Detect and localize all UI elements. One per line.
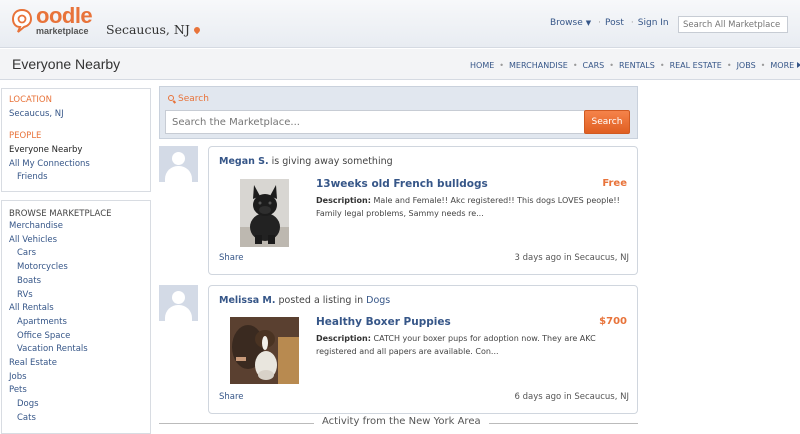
avatar-body-shape [165,166,192,182]
feed-card: Melissa M. posted a listing in Dogs Heal… [208,285,638,414]
main-nav: HOME • MERCHANDISE • CARS • RENTALS • REAL ESTAT… [470,61,800,70]
sidebar-item-everyone-nearby[interactable]: Everyone Nearby [9,144,143,158]
activity-divider-label: Activity from the New York Area [314,416,489,427]
top-bar: oodle marketplace Secaucus, NJ Browse ▼ · P… [0,0,800,48]
nav-jobs[interactable]: JOBS [737,61,756,70]
feed-user-name[interactable]: Megan S. [219,156,269,167]
chevron-down-icon: ▼ [585,19,592,27]
feed-action: is giving away something [271,156,393,167]
sidebar-item-vacation-rentals[interactable]: Vacation Rentals [9,343,143,357]
avatar[interactable] [159,146,198,182]
listing-photo-boxer-puppies[interactable] [230,317,299,384]
listing-meta: 6 days ago in Secaucus, NJ [514,392,629,402]
sign-in-link[interactable]: Sign In [638,18,669,28]
browse-heading: BROWSE MARKETPLACE [9,209,112,219]
top-nav: Browse ▼ · Post · Sign In [550,18,672,28]
listing-title[interactable]: 13weeks old French bulldogs [316,178,488,190]
brand[interactable]: oodle marketplace [36,3,93,37]
french-bulldog-image [240,179,289,247]
activity-divider: Activity from the New York Area [159,414,638,430]
sidebar-item-all-rentals[interactable]: All Rentals [9,302,143,316]
nav-merchandise[interactable]: MERCHANDISE [509,61,568,70]
feed-action: posted a listing in [278,295,364,306]
nav-separator: • [609,61,614,70]
oodle-logo-icon[interactable] [12,9,32,33]
avatar-head-shape [172,291,185,304]
browse-link[interactable]: Browse [550,18,583,28]
title-bar: Everyone Nearby HOME • MERCHANDISE • CARS • RE… [0,49,800,80]
nav-separator: · [598,18,602,28]
nav-separator: • [760,61,766,70]
sidebar-item-all-connections[interactable]: All My Connections [9,158,143,172]
sidebar-item-all-vehicles[interactable]: All Vehicles [9,234,143,248]
nav-separator: • [572,61,578,70]
global-search-input[interactable] [678,16,788,33]
nav-cars[interactable]: CARS [583,61,605,70]
marketplace-search-input[interactable] [165,110,585,134]
location-heading: LOCATION [9,95,52,105]
listing-price: Free [602,178,627,189]
sidebar-item-real-estate[interactable]: Real Estate [9,357,143,371]
sidebar-item-pets[interactable]: Pets [9,384,143,398]
nav-home[interactable]: HOME [470,61,494,70]
boxer-puppies-image [230,317,299,384]
share-link[interactable]: Share [219,253,244,263]
search-button[interactable]: Search [584,110,630,134]
sidebar-location-people: LOCATION Secaucus, NJ PEOPLE Everyone Ne… [1,88,151,192]
nav-rentals[interactable]: RENTALS [619,61,655,70]
feed-user-name[interactable]: Melissa M. [219,295,276,306]
sidebar-item-motorcycles[interactable]: Motorcycles [9,261,143,275]
nav-separator: • [659,61,665,70]
sidebar-item-dogs[interactable]: Dogs [9,398,143,412]
description-label: Description: [316,196,371,205]
sidebar-item-friends[interactable]: Friends [9,171,143,185]
listing-description: Description: Male and Female!! Akc regis… [316,194,626,220]
sidebar-item-rvs[interactable]: RVs [9,289,143,303]
description-label: Description: [316,334,371,343]
location-pin-icon [192,25,202,35]
nav-real-estate[interactable]: REAL ESTATE [670,61,722,70]
feed-card-header: Megan S. is giving away something [219,156,393,167]
sidebar-item-cars[interactable]: Cars [9,247,143,261]
nav-separator: • [726,61,732,70]
search-label: Search [168,94,209,104]
sidebar-location[interactable]: Secaucus, NJ [9,108,143,121]
search-icon [168,95,174,101]
avatar-body-shape [165,305,192,321]
location-label: Secaucus, NJ [106,22,190,37]
marketplace-search-panel: Search Search [159,86,638,139]
sidebar-item-office-space[interactable]: Office Space [9,330,143,344]
avatar[interactable] [159,285,198,321]
brand-name: oodle [36,3,93,28]
avatar-head-shape [172,152,185,165]
nav-separator: • [499,61,504,70]
nav-separator: · [630,18,634,28]
sidebar-item-apartments[interactable]: Apartments [9,316,143,330]
post-link[interactable]: Post [605,18,624,28]
listing-title[interactable]: Healthy Boxer Puppies [316,316,451,328]
sidebar-item-cats[interactable]: Cats [9,412,143,426]
feed-card: Megan S. is giving away something 13week… [208,146,638,275]
location-selector[interactable]: Secaucus, NJ [106,22,202,37]
listing-price: $700 [599,316,627,327]
listing-description: Description: CATCH your boxer pups for a… [316,332,626,358]
search-label-text: Search [178,94,209,104]
sidebar-item-jobs[interactable]: Jobs [9,371,143,385]
listing-photo-french-bulldog[interactable] [240,179,289,247]
sidebar-browse: BROWSE MARKETPLACE Merchandise All Vehic… [1,200,151,434]
nav-more[interactable]: MORE [770,61,794,70]
feed-category-link[interactable]: Dogs [366,295,390,306]
feed-card-header: Melissa M. posted a listing in Dogs [219,295,390,306]
people-heading: PEOPLE [9,131,42,141]
sidebar-item-boats[interactable]: Boats [9,275,143,289]
sidebar-item-merchandise[interactable]: Merchandise [9,220,143,234]
page-title: Everyone Nearby [12,56,121,72]
brand-subtitle: marketplace [36,26,89,36]
share-link[interactable]: Share [219,392,244,402]
listing-meta: 3 days ago in Secaucus, NJ [514,253,629,263]
